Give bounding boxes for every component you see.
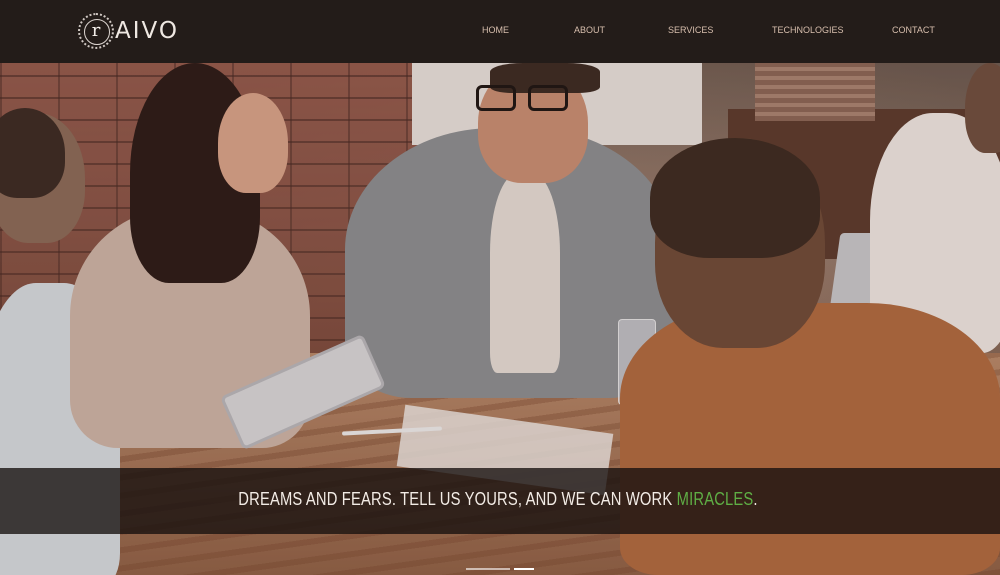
hero-caption-suffix: . [753, 489, 758, 509]
nav-home-link[interactable]: HOME [482, 25, 509, 35]
hero-caption-text: DREAMS AND FEARS. TELL US YOURS, AND WE … [238, 489, 677, 509]
slider-dot-2[interactable] [514, 568, 534, 570]
nav-technologies-link[interactable]: TECHNOLOGIES [772, 25, 844, 35]
hero-caption-accent: MIRACLES [676, 489, 754, 509]
nav-contact-link[interactable]: CONTACT [892, 25, 935, 35]
slider-dots [0, 568, 1000, 572]
slider-dot-1[interactable] [466, 568, 510, 570]
nav-services-link[interactable]: SERVICES [668, 25, 713, 35]
main-nav: HOME ABOUT SERVICES TECHNOLOGIES CONTACT [0, 0, 1000, 63]
nav-about-link[interactable]: ABOUT [574, 25, 605, 35]
site-header: r AIVO HOME ABOUT SERVICES TECHNOLOGIES … [0, 0, 1000, 63]
hero-caption: DREAMS AND FEARS. TELL US YOURS, AND WE … [90, 489, 907, 510]
